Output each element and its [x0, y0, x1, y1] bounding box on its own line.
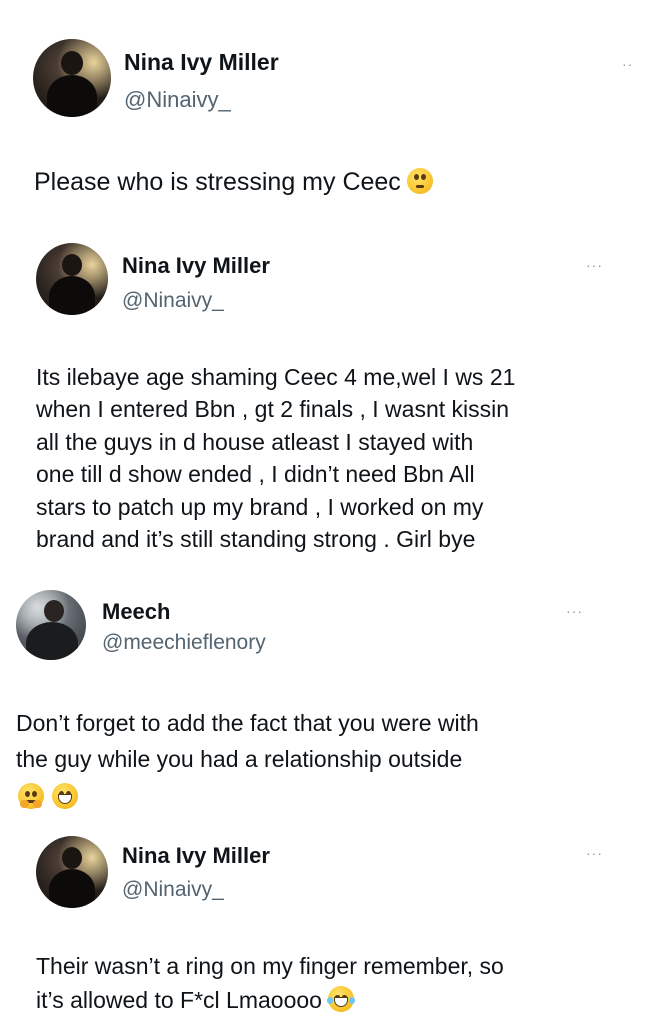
more-options-icon[interactable]: ··· [586, 257, 603, 273]
more-options-icon[interactable]: ·· [622, 56, 633, 72]
tweet-3[interactable]: Meech @meechieflenory ··· Don’t forget t… [0, 585, 651, 815]
avatar[interactable] [16, 590, 86, 660]
hugging-face-emoji [18, 783, 44, 809]
avatar[interactable] [36, 836, 108, 908]
tweet-text-line: Its ilebaye age shaming Ceec 4 me,wel I … [36, 364, 516, 390]
user-handle[interactable]: @Ninaivy_ [122, 289, 224, 313]
tears-of-joy-emoji [326, 986, 355, 1012]
grinning-face-emoji [52, 783, 78, 809]
rolling-eyes-emoji [406, 168, 433, 194]
tweet-thread-screenshot: Nina Ivy Miller @Ninaivy_ ·· Please who … [0, 0, 651, 1024]
tweet-text-line: Don’t forget to add the fact that you we… [16, 710, 479, 736]
user-handle[interactable]: @Ninaivy_ [124, 87, 231, 113]
display-name[interactable]: Nina Ivy Miller [122, 843, 270, 869]
tweet-1[interactable]: Nina Ivy Miller @Ninaivy_ ·· Please who … [0, 0, 651, 225]
display-name[interactable]: Nina Ivy Miller [122, 253, 270, 279]
tweet-text-line: Their wasn’t a ring on my finger remembe… [36, 953, 504, 979]
tweet-2[interactable]: Nina Ivy Miller @Ninaivy_ ··· Its ilebay… [0, 225, 651, 585]
tweet-text-line: all the guys in d house atleast I stayed… [36, 428, 474, 455]
tweet-text-line: brand and it’s still standing strong . G… [36, 526, 476, 553]
more-options-icon[interactable]: ··· [586, 845, 603, 861]
avatar[interactable] [33, 39, 111, 117]
tweet-text: Their wasn’t a ring on my finger remembe… [36, 949, 504, 1017]
tweet-text-line: when I entered Bbn , gt 2 finals , I was… [36, 396, 510, 423]
tweet-text: Please who is stressing my Ceec [34, 168, 433, 197]
avatar[interactable] [36, 243, 108, 315]
more-options-icon[interactable]: ··· [566, 603, 583, 619]
tweet-4[interactable]: Nina Ivy Miller @Ninaivy_ ··· Their wasn… [0, 815, 651, 1024]
user-handle[interactable]: @meechieflenory [102, 631, 266, 655]
display-name[interactable]: Nina Ivy Miller [124, 49, 279, 76]
tweet-text: Don’t forget to add the fact that you we… [16, 705, 479, 815]
user-handle[interactable]: @Ninaivy_ [122, 878, 224, 902]
tweet-text-line: it’s allowed to F*cl Lmaoooo [36, 983, 504, 1017]
tweet-text-line: one till d show ended , I didn’t need Bb… [36, 461, 475, 488]
tweet-text-line: stars to patch up my brand , I worked on… [36, 493, 484, 520]
tweet-text: Its ilebaye age shaming Ceec 4 me,wel I … [36, 361, 515, 555]
display-name[interactable]: Meech [102, 599, 170, 625]
tweet-text-line: the guy while you had a relationship out… [16, 746, 463, 772]
